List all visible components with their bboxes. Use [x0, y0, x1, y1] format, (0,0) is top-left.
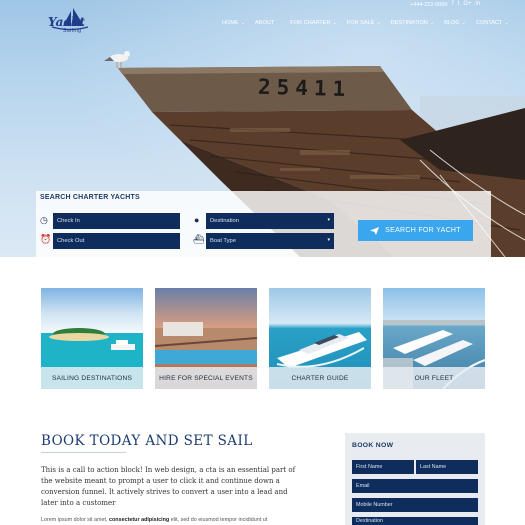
last-name-field[interactable]: Last Name [416, 460, 478, 474]
card-caption: CHARTER GUIDE [269, 367, 371, 389]
facebook-icon[interactable]: f [452, 1, 454, 7]
cta-body: This is a call to action block! In web d… [41, 466, 296, 507]
check-in-input[interactable]: Check In [53, 213, 180, 229]
chevron-down-icon: ⌄ [504, 20, 509, 26]
card-caption: HIRE FOR SPECIAL EVENTS [155, 367, 257, 389]
chevron-down-icon: ⌄ [461, 20, 466, 26]
chevron-down-icon: ⌄ [376, 20, 381, 26]
boat-icon: ⛴ [193, 234, 205, 244]
card-caption: SAILING DESTINATIONS [41, 367, 143, 389]
chevron-down-icon: ⌄ [429, 20, 435, 26]
book-now-panel: BOOK NOW First Name Last Name Email Mobi… [345, 433, 485, 525]
nav-destination[interactable]: DESTINATION ⌄ [391, 20, 434, 26]
dropdown-arrow-icon: ▾ [327, 217, 330, 223]
mobile-number-field[interactable]: Mobile Number [352, 498, 478, 512]
card-caption: OUR FLEET [383, 367, 485, 389]
social-links: f t G+ in [452, 1, 480, 7]
nav-contact[interactable]: CONTACT ⌄ [476, 20, 509, 26]
dropdown-arrow-icon: ▾ [327, 237, 330, 243]
chevron-down-icon: ⌄ [332, 20, 337, 26]
location-pin-icon: ● [194, 215, 200, 225]
linkedin-icon[interactable]: in [476, 1, 481, 7]
clock-icon: ◷ [40, 215, 48, 225]
search-title: SEARCH CHARTER YACHTS [40, 194, 140, 201]
nav-for-charter[interactable]: FOR CHARTER ⌄ [290, 20, 337, 26]
site-logo[interactable]: Yacht Sailing [46, 6, 92, 36]
card-sailing-destinations[interactable]: SAILING DESTINATIONS [41, 288, 143, 389]
title-divider [41, 452, 126, 453]
first-name-field[interactable]: First Name [352, 460, 414, 474]
logo-text: Yacht [48, 15, 85, 29]
twitter-icon[interactable]: t [458, 1, 460, 7]
nav-about[interactable]: ABOUT [255, 20, 274, 26]
destination-select[interactable]: Destination ▾ [206, 213, 334, 229]
nav-blog[interactable]: BLOG ⌄ [444, 20, 466, 26]
email-field[interactable]: Email [352, 479, 478, 493]
card-our-fleet[interactable]: OUR FLEET [383, 288, 485, 389]
lorem-text: Lorem ipsum dolor sit amet, consectetur … [41, 517, 268, 523]
paper-plane-icon [370, 226, 380, 235]
alarm-clock-icon: ⏰ [40, 234, 52, 244]
check-out-input[interactable]: Check Out [53, 233, 180, 249]
nav-home[interactable]: HOME ⌄ [222, 20, 245, 26]
search-panel: SEARCH CHARTER YACHTS ◷ Check In ⏰ Check… [36, 191, 491, 257]
destination-field[interactable]: Destination [352, 517, 478, 525]
hull-number: 25411 [257, 74, 352, 102]
card-hire-special-events[interactable]: HIRE FOR SPECIAL EVENTS [155, 288, 257, 389]
main-nav: HOME ⌄ ABOUT FOR CHARTER ⌄ FOR SALE ⌄ DESTI… [222, 20, 519, 26]
nav-for-sale[interactable]: FOR SALE ⌄ [347, 20, 381, 26]
search-for-yacht-button[interactable]: SEARCH FOR YACHT [358, 220, 473, 241]
card-charter-guide[interactable]: CHARTER GUIDE [269, 288, 371, 389]
cta-title: BOOK TODAY AND SET SAIL [41, 433, 253, 449]
book-now-title: BOOK NOW [352, 442, 394, 449]
logo-subtext: Sailing [63, 28, 82, 34]
google-plus-icon[interactable]: G+ [463, 1, 471, 7]
boat-type-select[interactable]: Boat Type ▾ [206, 233, 334, 249]
phone-number: +444-222-0000 [410, 2, 448, 8]
chevron-down-icon: ⌄ [240, 20, 245, 26]
